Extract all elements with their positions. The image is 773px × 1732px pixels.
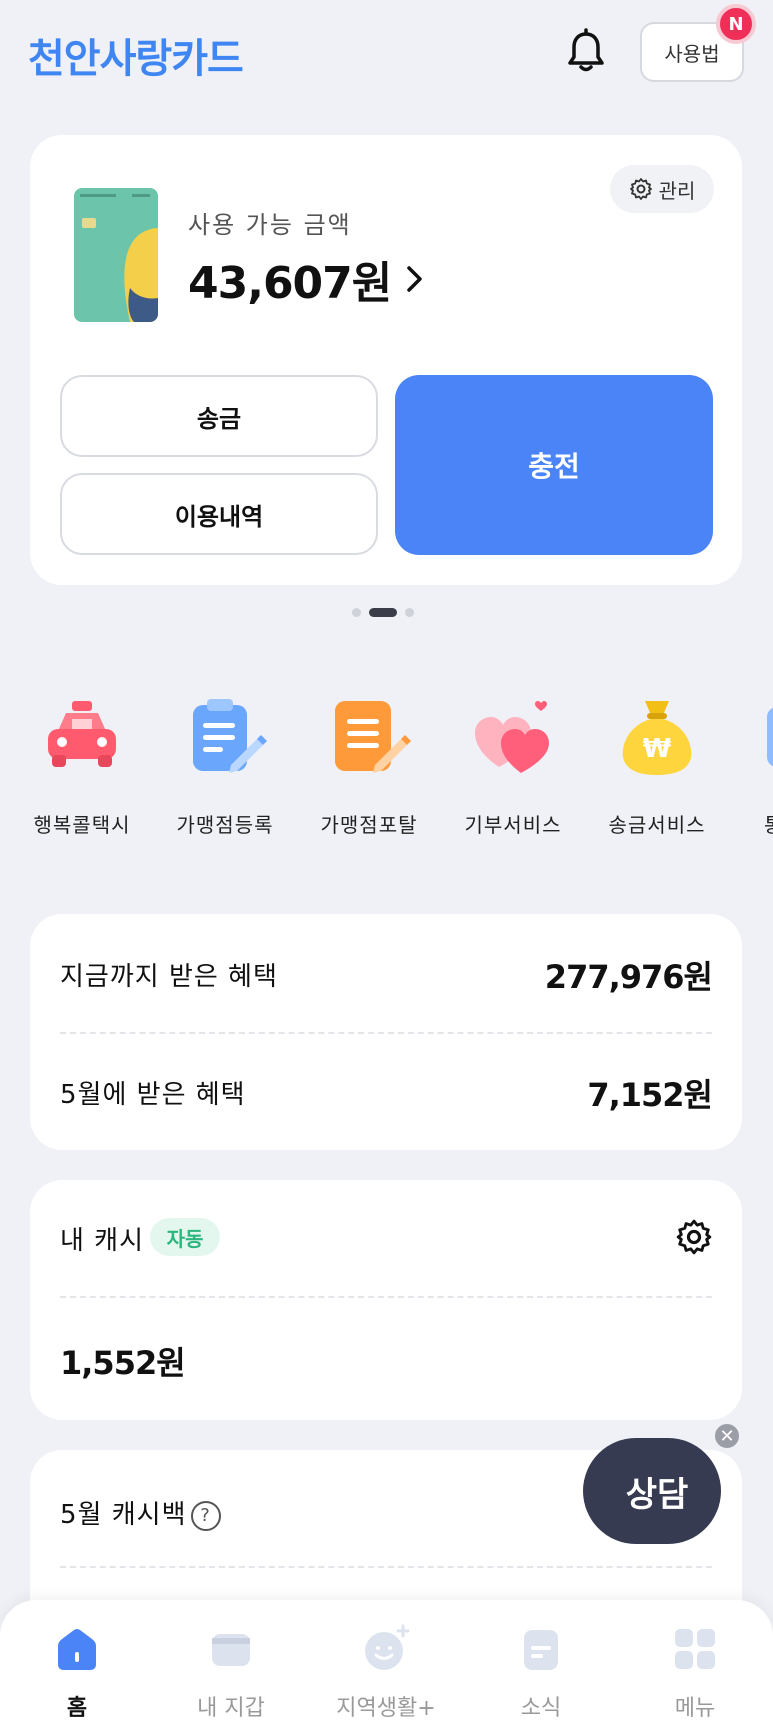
chevron-right-icon — [407, 266, 423, 292]
quick-label: 가맹점포탈 — [320, 813, 418, 837]
balance-value: 43,607원 — [188, 258, 392, 309]
quick-label: 송금서비스 — [608, 813, 706, 837]
nav-news[interactable]: 소식 — [466, 1600, 616, 1732]
total-benefit-value: 277,976원 — [544, 958, 713, 996]
consult-button[interactable]: 상담 — [583, 1438, 721, 1544]
my-cash-card: 내 캐시 자동 1,552원 — [30, 1180, 742, 1420]
cashback-label: 5월 캐시백 — [60, 1500, 187, 1530]
pager-dot[interactable] — [352, 608, 361, 617]
bell-icon[interactable] — [563, 28, 609, 74]
close-icon[interactable]: ✕ — [713, 1422, 741, 1450]
nav-local-life[interactable]: 지역생활+ — [311, 1600, 461, 1732]
quick-menu: 행복콜택시 가맹점등록 가맹점포탈 기부서비스 ₩ 송금서비스 — [0, 695, 773, 845]
card-pager — [352, 608, 414, 617]
cashback-title: 5월 캐시백? — [60, 1494, 221, 1531]
manage-label: 관리 — [658, 178, 696, 203]
gear-icon — [629, 178, 652, 200]
pager-dot[interactable] — [405, 608, 414, 617]
divider — [60, 1296, 712, 1298]
quick-item-merchant-register[interactable]: 가맹점등록 — [158, 695, 288, 845]
quick-item-remittance[interactable]: ₩ 송금서비스 — [590, 695, 720, 845]
quick-label: 통 — [764, 809, 773, 838]
nav-label: 지역생활+ — [336, 1696, 436, 1721]
manage-button[interactable]: 관리 — [610, 165, 714, 213]
card-image — [74, 188, 158, 322]
my-cash-label: 내 캐시 — [60, 1226, 145, 1256]
nav-label: 메뉴 — [674, 1696, 716, 1721]
auto-badge: 자동 — [150, 1218, 220, 1256]
quick-item-taxi[interactable]: 행복콜택시 — [15, 695, 145, 845]
month-benefit-label: 5월에 받은 혜택 — [60, 1080, 246, 1110]
help-icon[interactable]: ? — [190, 1500, 221, 1531]
balance-amount[interactable]: 43,607원 — [188, 247, 425, 311]
balance-card: 관리 사용 가능 금액 43,607원 송금 이용내역 충전 — [30, 135, 742, 585]
bottom-nav: 홈 내 지갑 지역생활+ 소식 메뉴 — [0, 1600, 773, 1732]
app-title: 천안사랑카드 — [28, 36, 244, 82]
send-button[interactable]: 송금 — [60, 375, 378, 457]
quick-label: 기부서비스 — [464, 813, 562, 837]
divider — [60, 1566, 712, 1568]
divider — [60, 1032, 712, 1034]
nav-menu[interactable]: 메뉴 — [620, 1600, 770, 1732]
nav-home[interactable]: 홈 — [2, 1600, 152, 1732]
clipboard-icon — [193, 699, 267, 773]
quick-label: 행복콜택시 — [33, 813, 131, 837]
hearts-icon — [475, 701, 549, 773]
home-icon — [58, 1629, 96, 1670]
quick-item-more[interactable]: 통 — [734, 695, 773, 845]
benefits-card: 지금까지 받은 혜택 277,976원 5월에 받은 혜택 7,152원 — [30, 914, 742, 1150]
smile-icon — [365, 1624, 410, 1670]
nav-label: 홈 — [66, 1696, 88, 1721]
available-amount-label: 사용 가능 금액 — [188, 211, 352, 239]
document-icon — [335, 701, 411, 773]
nav-wallet[interactable]: 내 지갑 — [156, 1600, 306, 1732]
my-cash-amount: 1,552원 — [60, 1344, 186, 1382]
new-badge: N — [716, 4, 756, 44]
nav-label: 내 지갑 — [197, 1696, 265, 1721]
quick-label: 가맹점등록 — [176, 813, 274, 837]
header: 천안사랑카드 사용법 N — [0, 0, 773, 110]
partial-icon — [767, 707, 773, 767]
money-bag-icon: ₩ — [622, 701, 692, 775]
month-benefit-value: 7,152원 — [587, 1076, 713, 1114]
quick-item-donation[interactable]: 기부서비스 — [446, 695, 576, 845]
svg-text:₩: ₩ — [643, 734, 672, 764]
charge-button[interactable]: 충전 — [395, 375, 713, 555]
nav-label: 소식 — [520, 1696, 562, 1721]
total-benefit-label: 지금까지 받은 혜택 — [60, 962, 278, 992]
pager-dot-active[interactable] — [369, 608, 397, 617]
taxi-icon — [48, 701, 116, 767]
news-icon — [524, 1630, 558, 1670]
gear-icon[interactable] — [675, 1218, 713, 1256]
history-button[interactable]: 이용내역 — [60, 473, 378, 555]
wallet-icon — [212, 1634, 250, 1666]
grid-icon — [675, 1629, 715, 1669]
quick-item-merchant-portal[interactable]: 가맹점포탈 — [302, 695, 432, 845]
